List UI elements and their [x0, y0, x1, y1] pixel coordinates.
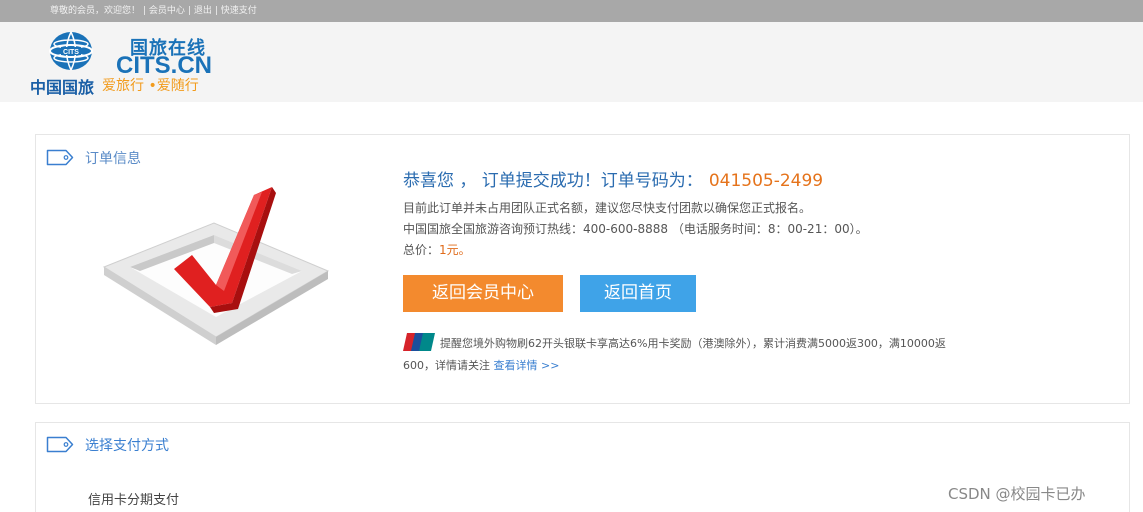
site-logo[interactable]: CITS 国旅在线 CITS.CN 中国国旅 爱旅行 •爱随行 — [30, 30, 260, 100]
promo-details-link[interactable]: 查看详情 >> — [494, 359, 560, 372]
order-info-panel: 订单信息 恭喜您 ， 订单提交成功！订单号码为： 041505-2499 目前此订… — [35, 134, 1130, 404]
svg-text:CITS: CITS — [63, 49, 79, 56]
price-value: 1元。 — [439, 243, 471, 257]
back-to-member-center-button[interactable]: 返回会员中心 — [403, 275, 563, 312]
logo-slogan-text: 爱旅行 •爱随行 — [102, 78, 199, 94]
info-line-1: 目前此订单并未占用团队正式名额，建议您尽快支付团款以确保您正式报名。 — [403, 201, 812, 215]
top-bar: 尊敬的会员，欢迎您！ | 会员中心 | 退出 | 快速支付 — [0, 0, 1143, 22]
watermark: CSDN @校园卡已办 — [948, 485, 1086, 503]
quick-pay-link[interactable]: 快速支付 — [221, 6, 257, 16]
order-number: 041505-2499 — [708, 171, 824, 191]
installment-payment-option[interactable]: 信用卡分期支付 — [88, 489, 179, 508]
price-label: 总价： — [403, 243, 440, 257]
success-message: 恭喜您 ， 订单提交成功！订单号码为： 041505-2499 — [403, 166, 823, 191]
tag-icon — [46, 436, 74, 453]
member-center-link[interactable]: 会员中心 — [149, 6, 185, 16]
logout-link[interactable]: 退出 — [194, 6, 212, 16]
greeting-text: 尊敬的会员，欢迎您！ — [50, 6, 141, 16]
globe-icon: CITS — [49, 31, 93, 71]
logo-company-text: 中国国旅 — [30, 78, 95, 97]
hotline-line: 中国国旅全国旅游咨询预订热线：400-600-8888 （电话服务时间：8：00… — [403, 222, 868, 236]
site-header: CITS 国旅在线 CITS.CN 中国国旅 爱旅行 •爱随行 — [0, 22, 1143, 102]
unionpay-icon — [403, 333, 435, 351]
tag-icon — [46, 149, 74, 166]
back-to-home-button[interactable]: 返回首页 — [580, 275, 696, 312]
promo-line-1: 提醒您境外购物刷62开头银联卡享高达6%用卡奖励（港澳除外），累计消费满5000… — [440, 337, 946, 350]
payment-method-title: 选择支付方式 — [85, 438, 169, 454]
success-text: 恭喜您 ， 订单提交成功！订单号码为： — [403, 171, 703, 191]
promo-text: 600，详情请关注 — [403, 359, 494, 372]
order-info-title: 订单信息 — [85, 151, 141, 167]
checkmark-icon — [102, 187, 330, 345]
promo-line-2: 600，详情请关注 查看详情 >> — [403, 357, 559, 373]
price-line: 总价：1元。 — [403, 241, 471, 258]
top-bar-links: 尊敬的会员，欢迎您！ | 会员中心 | 退出 | 快速支付 — [50, 6, 257, 16]
